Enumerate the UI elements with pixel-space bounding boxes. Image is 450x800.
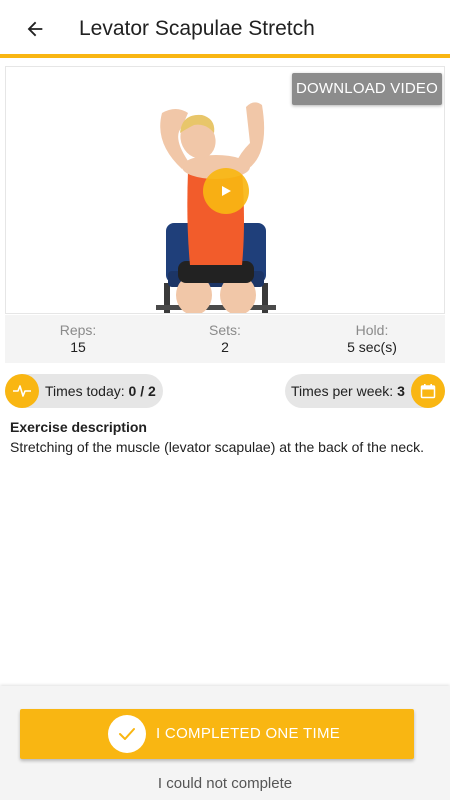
exercise-video[interactable]: DOWNLOAD VIDEO [5,66,445,314]
complete-one-time-label: I COMPLETED ONE TIME [156,725,341,742]
sets-stat: Sets: 2 [155,322,295,356]
hold-label: Hold: [355,322,389,338]
back-button[interactable] [20,14,50,44]
calendar-icon [411,374,445,408]
description-heading: Exercise description [10,419,147,435]
arrow-back-icon [27,21,43,37]
page-title: Levator Scapulae Stretch [79,17,315,40]
hold-stat: Hold: 5 sec(s) [302,322,442,356]
reps-label: Reps: [59,322,97,338]
times-per-week-badge: Times per week: 3 [285,374,445,408]
play-button[interactable] [203,168,249,214]
description-text: Stretching of the muscle (levator scapul… [10,439,424,455]
could-not-complete-link[interactable]: I could not complete [0,775,450,793]
times-today-badge: Times today: 0 / 2 [5,374,163,408]
times-today-label: Times today: [45,383,125,399]
app-bar: Levator Scapulae Stretch [0,0,450,58]
reps-value: 15 [70,339,86,355]
reps-stat: Reps: 15 [8,322,148,356]
hold-value: 5 sec(s) [347,339,397,355]
times-per-week-label: Times per week: [291,383,394,399]
bottom-action-panel: I COMPLETED ONE TIME I could not complet… [0,686,450,800]
times-today-value: 0 / 2 [128,383,156,399]
heartbeat-icon [5,374,39,408]
download-video-button[interactable]: DOWNLOAD VIDEO [292,73,442,105]
check-icon [108,715,146,753]
times-per-week-value: 3 [397,383,405,399]
sets-value: 2 [221,339,229,355]
sets-label: Sets: [209,322,241,338]
exercise-stats: Reps: 15 Sets: 2 Hold: 5 sec(s) [5,315,445,363]
play-icon [222,186,231,196]
complete-one-time-button[interactable]: I COMPLETED ONE TIME [20,709,414,759]
